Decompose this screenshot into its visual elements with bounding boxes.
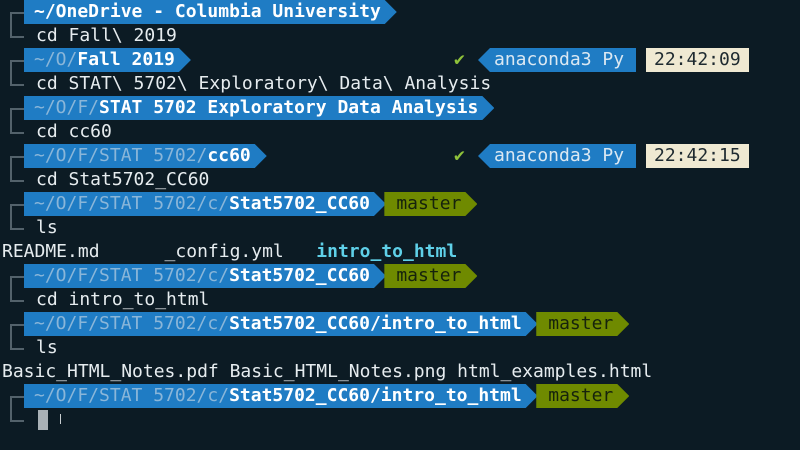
directory-entry: intro_to_html [316, 241, 458, 262]
output-line: Basic_HTML_Notes.pdf Basic_HTML_Notes.pn… [0, 360, 800, 384]
prompt-gutter-icon [10, 336, 24, 350]
prompt-directory: ~/O/Fall 2019 [24, 48, 191, 72]
status-ok-icon: ✔ [454, 145, 465, 166]
prompt-directory-parent: ~/O/ [34, 49, 78, 70]
prompt-gutter-icon [10, 120, 24, 134]
output-line: README.md _config.yml intro_to_html [0, 240, 800, 264]
prompt-line: ~/O/F/STAT 5702/c/Stat5702_CC60 master [0, 192, 800, 218]
prompt-gutter-icon [10, 288, 24, 302]
prompt-directory: ~/O/F/STAT 5702/c/Stat5702_CC60/intro_to… [24, 384, 538, 408]
ls-output: Basic_HTML_Notes.pdf Basic_HTML_Notes.pn… [2, 360, 652, 384]
terminal-window[interactable]: ~/OneDrive - Columbia University cd Fall\… [0, 0, 800, 450]
prompt-directory-parent: ~/O/F/STAT 5702/c/ [34, 265, 230, 286]
command-text: ls [36, 337, 58, 358]
prompt-directory-parent: ~/O/F/ [34, 97, 100, 118]
prompt-directory-current: Fall 2019 [77, 49, 175, 70]
prompt-line: ~/O/F/STAT 5702/c/Stat5702_CC60/intro_to… [0, 312, 800, 338]
prompt-directory-current: Stat5702_CC60/intro_to_html [229, 313, 522, 334]
prompt-line: ~/O/Fall 2019 ✔ anaconda3 Py 22:42:09 [0, 48, 800, 74]
git-branch-badge: master [384, 192, 477, 216]
prompt-directory: ~/O/F/STAT 5702/cc60 [24, 144, 267, 168]
prompt-gutter-icon [10, 168, 24, 182]
command-text: cd STAT\ 5702\ Exploratory\ Data\ Analys… [36, 73, 492, 94]
command-text: cd intro_to_html [36, 289, 210, 310]
command-line: cd intro_to_html [0, 288, 800, 312]
prompt-line: ~/O/F/STAT 5702/c/Stat5702_CC60/intro_to… [0, 384, 800, 410]
file-list: README.md _config.yml [2, 241, 317, 262]
prompt-time: 22:42:09 [646, 48, 749, 72]
prompt-directory-parent: ~/O/F/STAT 5702/c/ [34, 313, 230, 334]
prompt-directory: ~/O/F/STAT 5702/c/Stat5702_CC60/intro_to… [24, 312, 538, 336]
command-text: ls [36, 217, 58, 238]
prompt-directory: ~/OneDrive - Columbia University [24, 0, 397, 24]
prompt-directory-current: Stat5702_CC60 [229, 193, 370, 214]
prompt-directory: ~/O/F/STAT 5702/c/Stat5702_CC60 [24, 264, 386, 288]
prompt-gutter-icon [10, 72, 24, 86]
prompt-directory-current: Stat5702_CC60 [229, 265, 370, 286]
command-line: cd STAT\ 5702\ Exploratory\ Data\ Analys… [0, 72, 800, 96]
git-branch-badge: master [384, 264, 477, 288]
prompt-line: ~/OneDrive - Columbia University [0, 0, 800, 26]
prompt-directory: ~/O/F/STAT 5702/c/Stat5702_CC60 [24, 192, 386, 216]
conda-env-badge: anaconda3 Py [478, 144, 637, 168]
prompt-line: ~/O/F/STAT 5702/c/Stat5702_CC60 master [0, 264, 800, 290]
prompt-line: ~/O/F/STAT 5702/cc60 ✔ anaconda3 Py 22:42:1… [0, 144, 800, 170]
text-cursor[interactable] [38, 410, 48, 430]
command-line: ls [0, 336, 800, 360]
file-list: Basic_HTML_Notes.pdf Basic_HTML_Notes.pn… [2, 361, 653, 382]
command-text: cd Fall\ 2019 [36, 25, 177, 46]
prompt-directory-current: cc60 [207, 145, 251, 166]
prompt-gutter-icon [10, 24, 24, 38]
command-text: cd Stat5702_CC60 [36, 169, 210, 190]
prompt-time: 22:42:15 [646, 144, 749, 168]
input-line [0, 408, 800, 432]
command-line: ls [0, 216, 800, 240]
command-line: cd cc60 [0, 120, 800, 144]
prompt-gutter-icon [10, 408, 24, 422]
prompt-directory-current: ~/OneDrive - Columbia University [34, 1, 381, 22]
git-branch-badge: master [536, 312, 629, 336]
prompt-directory-parent: ~/O/F/STAT 5702/ [34, 145, 208, 166]
prompt-directory-current: Stat5702_CC60/intro_to_html [229, 385, 522, 406]
prompt-directory-parent: ~/O/F/STAT 5702/c/ [34, 385, 230, 406]
ls-output: README.md _config.yml intro_to_html [2, 240, 457, 264]
prompt-line: ~/O/F/STAT 5702 Exploratory Data Analysi… [0, 96, 800, 122]
git-branch-badge: master [536, 384, 629, 408]
command-line: cd Fall\ 2019 [0, 24, 800, 48]
prompt-directory-current: STAT 5702 Exploratory Data Analysis [99, 97, 479, 118]
command-text: cd cc60 [36, 121, 112, 142]
mouse-ibeam-icon [60, 414, 64, 424]
conda-env-badge: anaconda3 Py [478, 48, 637, 72]
prompt-directory: ~/O/F/STAT 5702 Exploratory Data Analysi… [24, 96, 494, 120]
command-line: cd Stat5702_CC60 [0, 168, 800, 192]
prompt-directory-parent: ~/O/F/STAT 5702/c/ [34, 193, 230, 214]
prompt-gutter-icon [10, 216, 24, 230]
status-ok-icon: ✔ [454, 49, 465, 70]
